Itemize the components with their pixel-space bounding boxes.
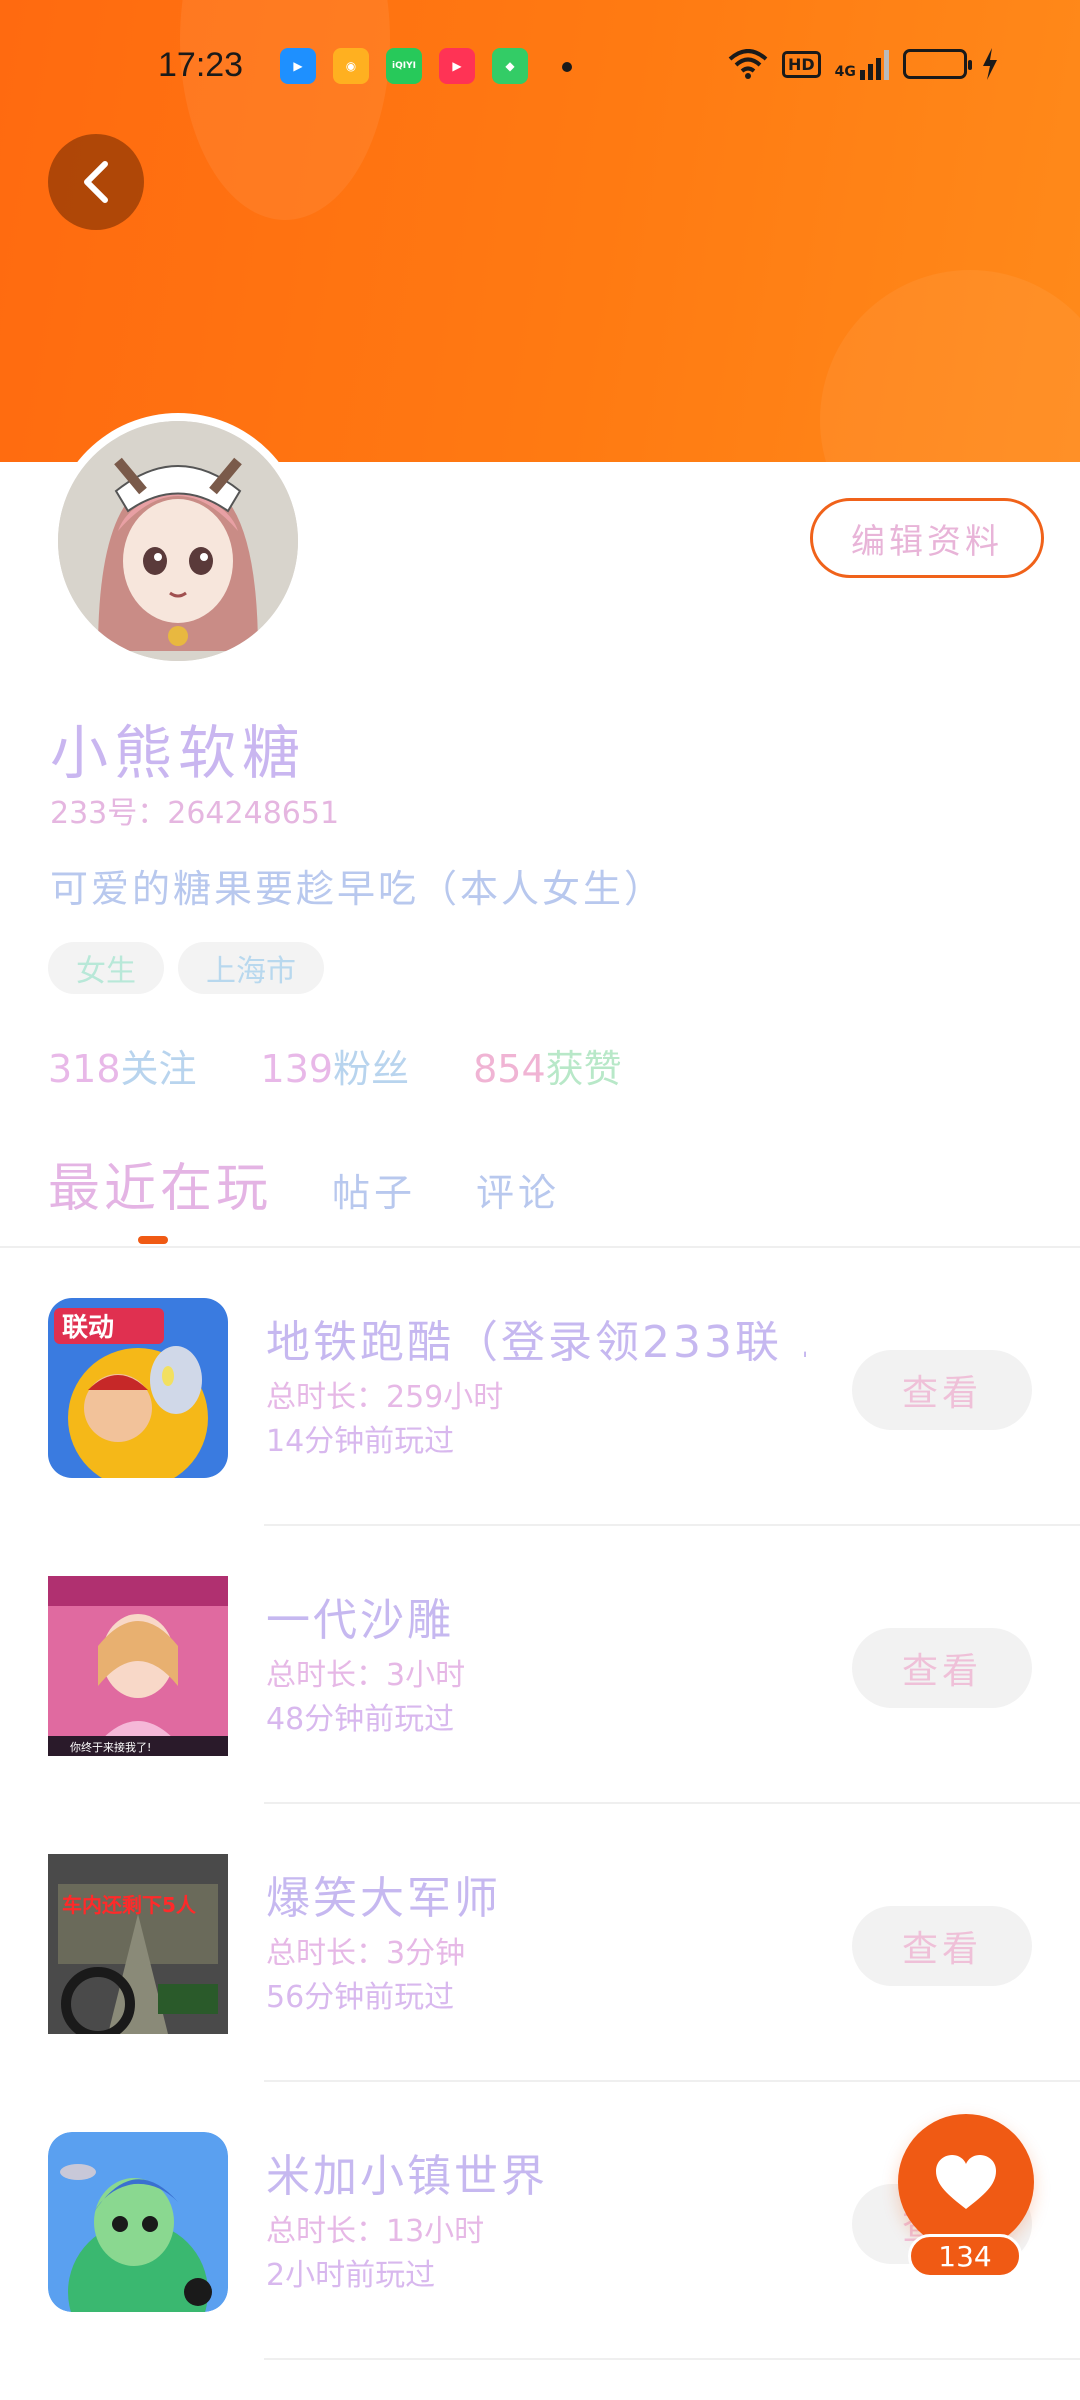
game-icon-baoxiao-junshi: 车内还剩下5人	[48, 1854, 228, 2034]
chevron-left-icon	[84, 161, 108, 203]
game-last-played: 56分钟前玩过	[266, 1980, 455, 2015]
likes-count: 854	[473, 1047, 546, 1091]
like-button[interactable]	[898, 2114, 1034, 2250]
profile-tags: 女生 上海市	[48, 942, 324, 994]
likes-label: 获赞	[545, 1047, 622, 1091]
store-app-icon: ◆	[492, 48, 528, 84]
hd-icon: HD	[782, 50, 821, 78]
game-last-played: 48分钟前玩过	[266, 1702, 455, 1737]
view-button[interactable]: 查看	[852, 1350, 1032, 1430]
following-label: 关注	[120, 1047, 197, 1091]
game-icon-yidai-shadiao: 你终于来接我了!	[48, 1576, 228, 1756]
game-last-played: 2小时前玩过	[266, 2258, 436, 2293]
game-duration: 总时长：3分钟	[266, 1936, 466, 1971]
followers-stat[interactable]: 139 粉丝	[261, 1038, 410, 1093]
followers-label: 粉丝	[333, 1047, 410, 1091]
game-title: 地铁跑酷（登录领233联 …	[266, 1317, 806, 1368]
charging-icon	[982, 48, 997, 80]
location-tag: 上海市	[178, 942, 324, 994]
battery-icon	[902, 49, 972, 79]
game-icon-label: 你终于来接我了!	[70, 1740, 151, 1754]
gender-tag: 女生	[48, 942, 164, 994]
game-icon-toca-world	[48, 2132, 228, 2312]
following-count: 318	[48, 1047, 121, 1091]
avatar-image	[58, 421, 298, 661]
profile-stats: 318 关注 139 粉丝 854 获赞	[48, 1038, 622, 1093]
likes-stat[interactable]: 854 获赞	[473, 1038, 622, 1093]
video-app-icon: ▶	[280, 48, 316, 84]
game-title: 爆笑大军师	[266, 1873, 501, 1924]
cellular-signal-icon: 4G	[835, 48, 889, 80]
system-status: HD 4G	[728, 48, 999, 80]
edit-profile-button[interactable]: 编辑资料	[810, 498, 1044, 578]
iqiyi-icon: iQIYI	[386, 48, 422, 84]
game-duration: 总时长：13小时	[266, 2214, 485, 2249]
list-item[interactable]: 联动 地铁跑酷（登录领233联 … 总时长：259小时 14分钟前玩过 查看	[0, 1248, 1080, 1526]
game-icon-subway-surfers: 联动	[48, 1298, 228, 1478]
profile-tabs: 最近在玩 帖子 评论	[48, 1146, 620, 1221]
status-bar: 17:23 ▶ ◉ iQIYI ▶ ◆ HD 4G	[0, 38, 1080, 98]
view-button[interactable]: 查看	[852, 1628, 1032, 1708]
nickname: 小熊软糖	[50, 719, 307, 787]
row-divider	[264, 2358, 1080, 2360]
play-app-icon: ▶	[439, 48, 475, 84]
bio: 可爱的糖果要趁早吃（本人女生）	[50, 867, 666, 911]
wifi-icon	[728, 49, 768, 79]
network-type: 4G	[834, 64, 856, 80]
active-tab-indicator	[138, 1236, 168, 1244]
header-decoration	[820, 270, 1080, 462]
followers-count: 139	[260, 1047, 334, 1091]
list-item[interactable]: 你终于来接我了! 一代沙雕 总时长：3小时 48分钟前玩过 查看	[0, 1526, 1080, 1804]
like-count-badge: 134	[908, 2234, 1022, 2278]
list-item[interactable]: 车内还剩下5人 爆笑大军师 总时长：3分钟 56分钟前玩过 查看	[0, 1804, 1080, 2082]
view-button[interactable]: 查看	[852, 1906, 1032, 1986]
game-title: 一代沙雕	[266, 1595, 454, 1646]
game-icon-label: 联动	[62, 1313, 114, 1343]
status-time: 17:23	[158, 46, 244, 84]
user-id: 233号：264248651	[50, 796, 340, 831]
weibo-icon: ◉	[333, 48, 369, 84]
game-icon-label: 车内还剩下5人	[62, 1893, 197, 1917]
game-last-played: 14分钟前玩过	[266, 1424, 455, 1459]
tab-recently-played[interactable]: 最近在玩	[48, 1146, 272, 1221]
game-title: 米加小镇世界	[266, 2151, 548, 2202]
tab-posts[interactable]: 帖子	[332, 1162, 416, 1217]
more-notifications-dot	[562, 62, 572, 72]
avatar[interactable]	[50, 413, 306, 669]
game-duration: 总时长：3小时	[266, 1658, 466, 1693]
game-duration: 总时长：259小时	[266, 1380, 504, 1415]
header-decoration	[180, 0, 390, 220]
notification-icons: ▶ ◉ iQIYI ▶ ◆	[280, 48, 528, 84]
back-button[interactable]	[48, 134, 144, 230]
tab-comments[interactable]: 评论	[476, 1162, 560, 1217]
following-stat[interactable]: 318 关注	[48, 1038, 197, 1093]
heart-icon	[936, 2155, 996, 2209]
